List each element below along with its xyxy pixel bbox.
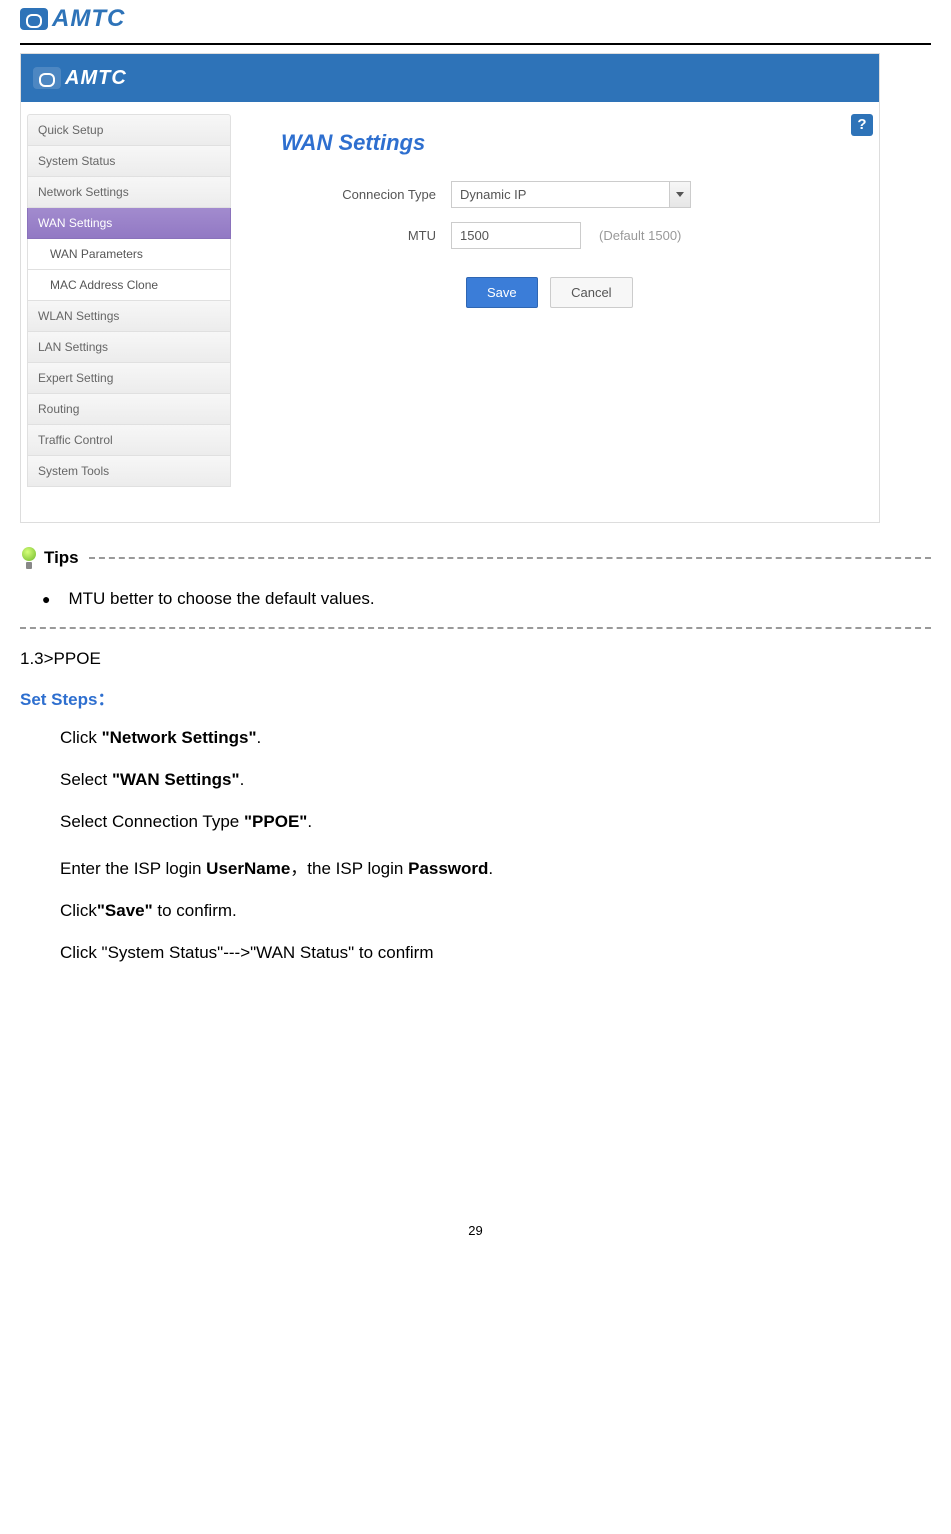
- sidebar-item[interactable]: Expert Setting: [27, 363, 231, 394]
- save-button[interactable]: Save: [466, 277, 538, 308]
- dash-line-icon: [20, 627, 931, 629]
- help-icon[interactable]: ?: [851, 114, 873, 136]
- sidebar-item[interactable]: Routing: [27, 394, 231, 425]
- sidebar-item[interactable]: WAN Settings: [27, 208, 231, 239]
- router-ui-screenshot: AMTC ? Quick SetupSystem StatusNetwork S…: [20, 53, 880, 523]
- tip-text: MTU better to choose the default values.: [68, 589, 374, 609]
- step-item: Click"Save" to confirm.: [20, 901, 931, 921]
- sidebar-item[interactable]: Network Settings: [27, 177, 231, 208]
- tips-section: Tips MTU better to choose the default va…: [20, 545, 931, 629]
- connection-type-value: Dynamic IP: [460, 187, 526, 202]
- sidebar-item[interactable]: LAN Settings: [27, 332, 231, 363]
- mtu-row: MTU (Default 1500): [281, 222, 849, 249]
- content-panel: WAN Settings Connecion Type Dynamic IP M…: [231, 110, 879, 522]
- amtc-logo: AMTC: [20, 5, 125, 33]
- amtc-logo-text: AMTC: [52, 5, 125, 33]
- section-heading: 1.3>PPOE: [20, 649, 931, 669]
- mtu-input[interactable]: [451, 222, 581, 249]
- sidebar: Quick SetupSystem StatusNetwork Settings…: [21, 110, 231, 522]
- screenshot-logo-text: AMTC: [65, 67, 127, 90]
- step-item: Click "Network Settings".: [20, 728, 931, 748]
- tips-label: Tips: [44, 548, 79, 568]
- page-number: 29: [20, 1223, 931, 1258]
- step-list: Click "Network Settings". Select "WAN Set…: [20, 728, 931, 963]
- tip-bullet: MTU better to choose the default values.: [42, 589, 931, 609]
- page-header-logo: AMTC: [20, 0, 931, 45]
- content-title: WAN Settings: [281, 130, 849, 156]
- screenshot-logo: AMTC: [33, 67, 127, 90]
- connection-type-label: Connecion Type: [281, 187, 451, 202]
- sidebar-item[interactable]: WLAN Settings: [27, 301, 231, 332]
- step-item: Select Connection Type "PPOE".: [20, 812, 931, 832]
- screenshot-header: AMTC: [21, 54, 879, 102]
- sidebar-subitem[interactable]: MAC Address Clone: [27, 270, 231, 301]
- set-steps-label: Set Steps：: [20, 685, 931, 710]
- connection-type-select[interactable]: Dynamic IP: [451, 181, 691, 208]
- screenshot-body: ? Quick SetupSystem StatusNetwork Settin…: [21, 102, 879, 522]
- chevron-down-icon[interactable]: [669, 181, 691, 208]
- mtu-hint: (Default 1500): [599, 228, 681, 243]
- cancel-button[interactable]: Cancel: [550, 277, 632, 308]
- step-item: Enter the ISP login UserName，the ISP log…: [20, 854, 931, 879]
- screenshot-logo-icon: [33, 67, 61, 89]
- lightbulb-icon: [20, 545, 38, 571]
- step-item: Click "System Status"--->"WAN Status" to…: [20, 943, 931, 963]
- tips-header: Tips: [20, 545, 931, 571]
- sidebar-item[interactable]: System Tools: [27, 456, 231, 487]
- button-row: Save Cancel: [281, 277, 849, 308]
- dash-line-icon: [89, 557, 931, 559]
- step-item: Select "WAN Settings".: [20, 770, 931, 790]
- sidebar-subitem[interactable]: WAN Parameters: [27, 239, 231, 270]
- sidebar-item[interactable]: Quick Setup: [27, 114, 231, 146]
- sidebar-item[interactable]: System Status: [27, 146, 231, 177]
- connection-type-row: Connecion Type Dynamic IP: [281, 181, 849, 208]
- amtc-logo-icon: [20, 8, 48, 30]
- mtu-label: MTU: [281, 228, 451, 243]
- sidebar-item[interactable]: Traffic Control: [27, 425, 231, 456]
